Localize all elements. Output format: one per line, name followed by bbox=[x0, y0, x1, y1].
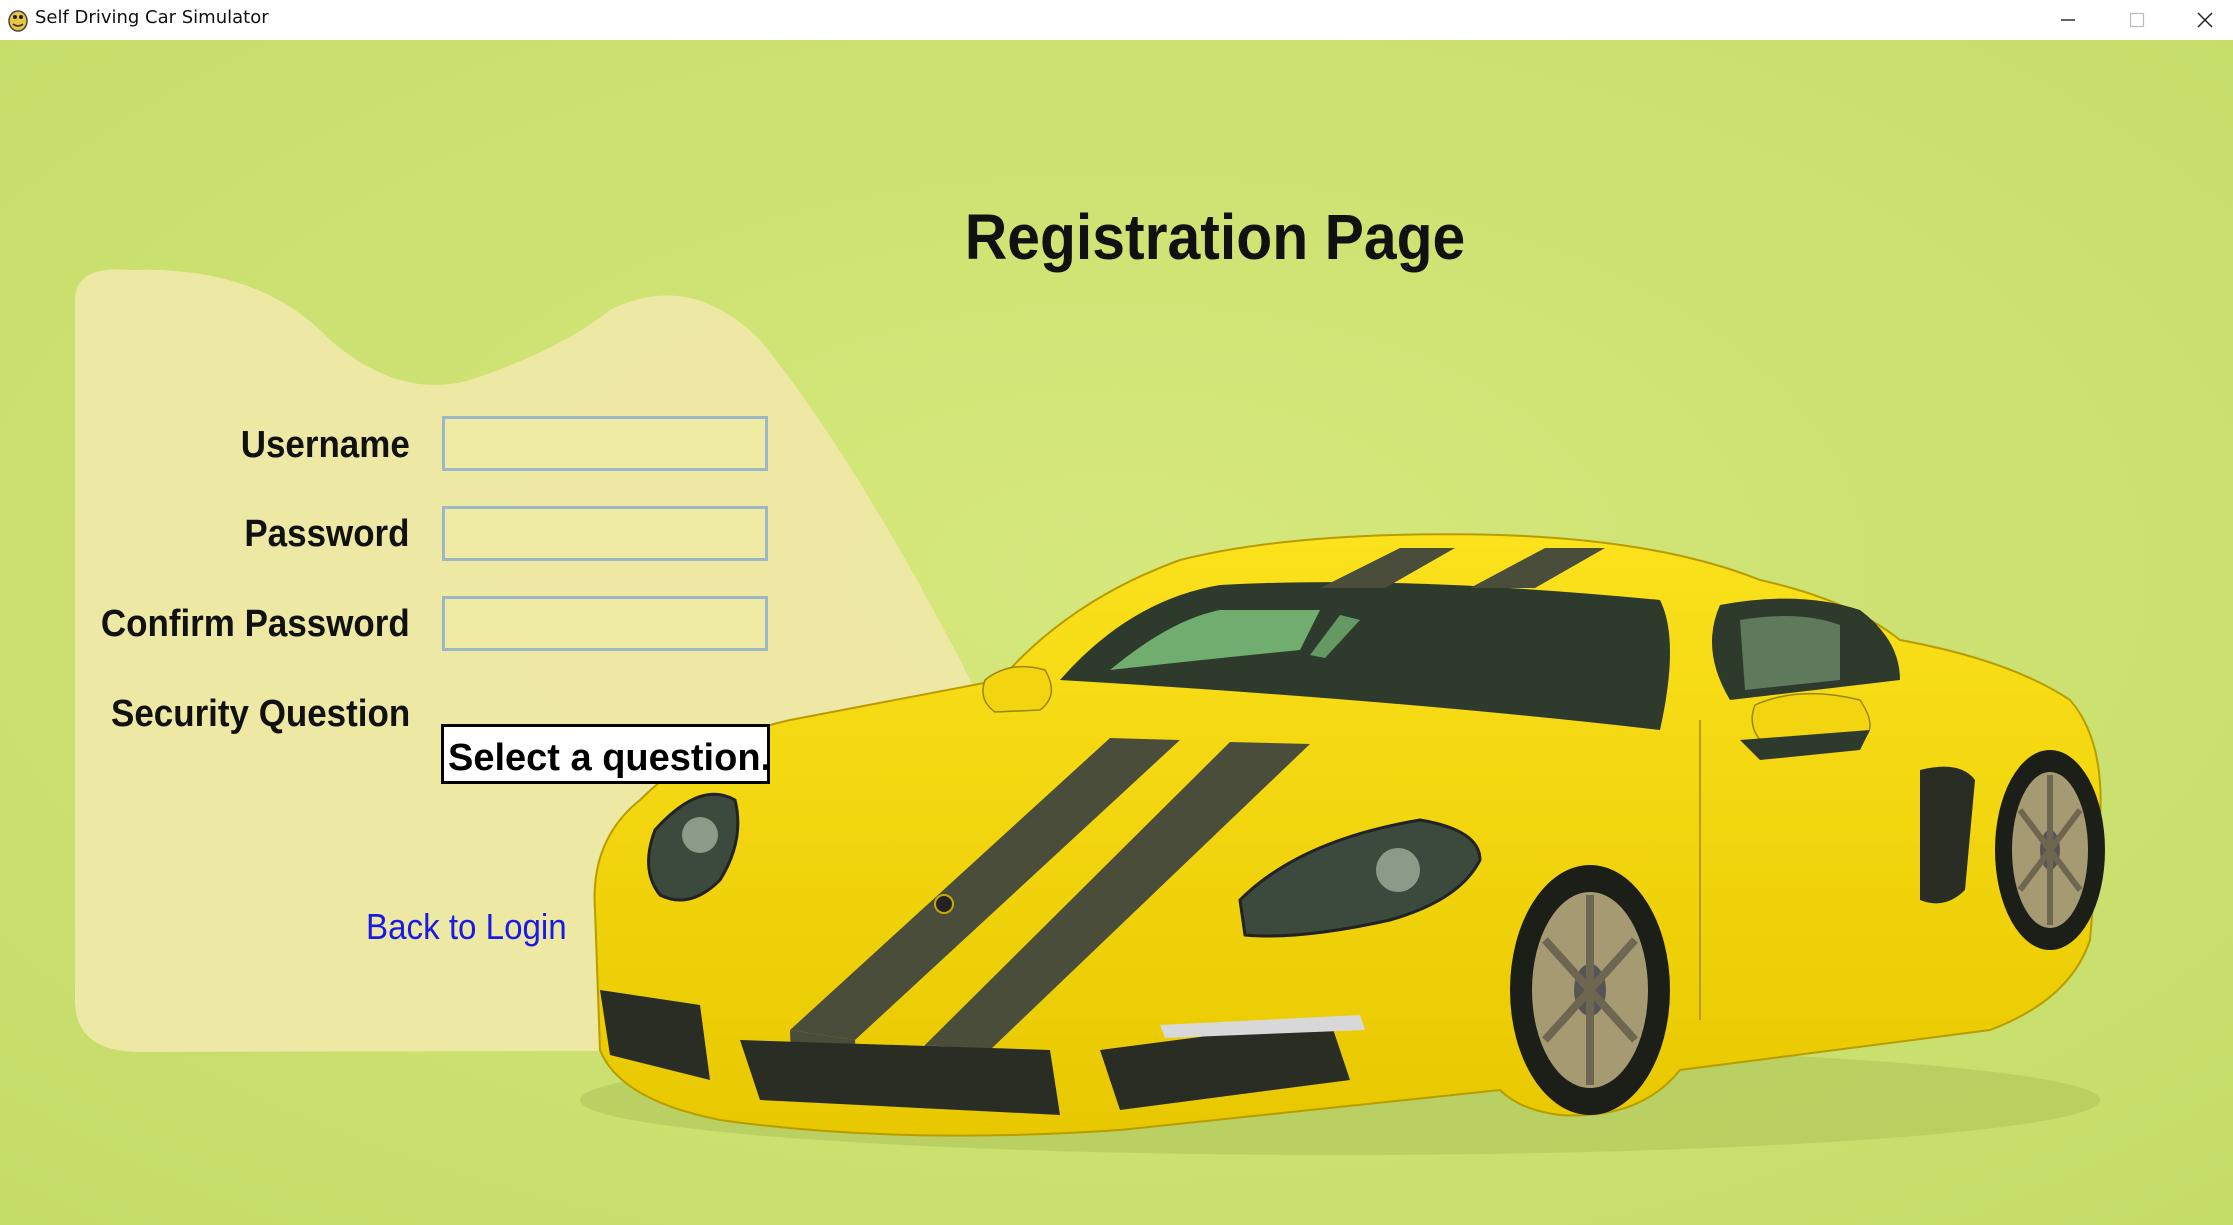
close-icon bbox=[2197, 12, 2213, 28]
title-bar: Self Driving Car Simulator bbox=[0, 0, 2233, 41]
close-button[interactable] bbox=[2170, 0, 2233, 40]
rear-wheel bbox=[1995, 750, 2105, 950]
password-label: Password bbox=[244, 513, 410, 555]
minimize-button[interactable] bbox=[2033, 0, 2103, 40]
confirm-password-input[interactable] bbox=[442, 596, 768, 651]
front-wheel bbox=[1510, 865, 1670, 1115]
confirm-password-label: Confirm Password bbox=[101, 603, 410, 645]
username-label: Username bbox=[240, 424, 410, 466]
maximize-icon bbox=[2129, 12, 2145, 28]
back-to-login-link[interactable]: Back to Login bbox=[366, 906, 567, 948]
maximize-button[interactable] bbox=[2102, 0, 2172, 40]
minimize-icon bbox=[2061, 19, 2075, 21]
username-input[interactable] bbox=[442, 416, 768, 471]
password-input[interactable] bbox=[442, 506, 768, 561]
app-canvas: Registration Page Username Password Conf… bbox=[0, 40, 2233, 1225]
security-question-label: Security Question bbox=[110, 693, 410, 735]
window-title: Self Driving Car Simulator bbox=[35, 7, 269, 28]
pygame-snake-icon bbox=[8, 10, 28, 32]
page-title: Registration Page bbox=[964, 201, 1466, 273]
security-question-select[interactable]: Select a question... bbox=[441, 724, 770, 784]
